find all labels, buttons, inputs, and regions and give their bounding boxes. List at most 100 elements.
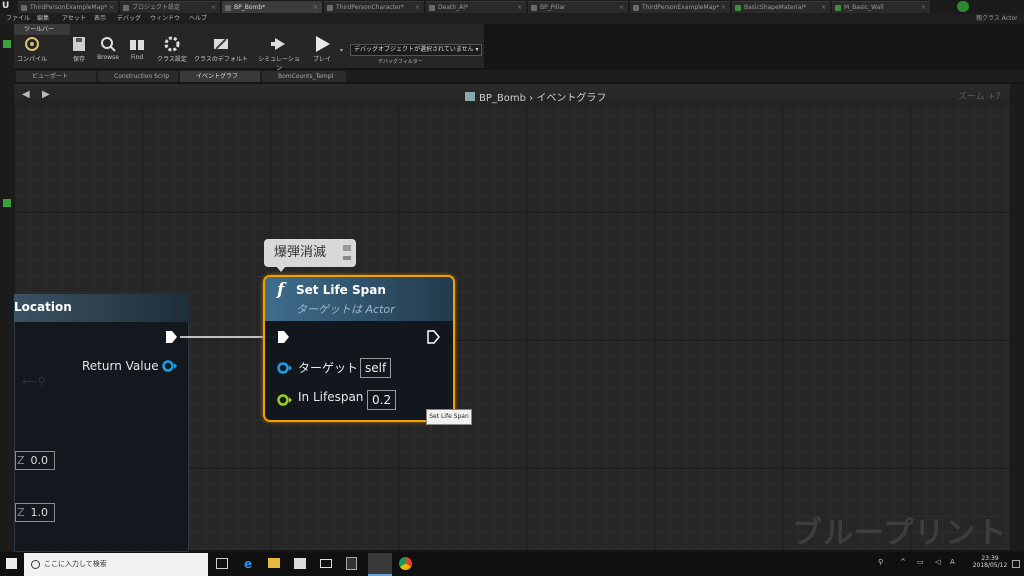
find-button[interactable]: Find (126, 36, 148, 68)
tab-8[interactable]: M_Basic_Wall × (832, 1, 930, 13)
breadcrumb: BP_Bomb › イベントグラフ (465, 89, 606, 104)
blueprint-watermark: ブループリント (792, 516, 1008, 551)
class-settings-icon (163, 36, 181, 52)
add-icon[interactable] (3, 199, 11, 207)
exec-output-pin-icon[interactable] (426, 330, 440, 344)
lifespan-input[interactable]: 0.2 (367, 390, 397, 410)
close-icon[interactable]: × (517, 2, 522, 13)
volume-icon[interactable]: ◁ (935, 558, 940, 566)
tab-1[interactable]: プロジェクト設定 × (120, 1, 220, 13)
vector-z-field[interactable]: Z 0.0 (15, 451, 55, 470)
menu-debug[interactable]: デバッグ (117, 13, 141, 24)
menu-asset[interactable]: アセット (62, 13, 86, 24)
menu-edit[interactable]: 編集 (37, 13, 49, 24)
tab-5[interactable]: BP_Pillar × (528, 1, 628, 13)
mail-icon[interactable] (320, 559, 332, 568)
close-icon[interactable]: × (619, 2, 624, 13)
close-icon[interactable]: × (415, 2, 420, 13)
back-arrow-icon[interactable]: ◀ (22, 89, 30, 100)
close-icon[interactable]: × (109, 2, 114, 13)
simulation-button[interactable]: シミュレーション (256, 36, 302, 72)
save-button[interactable]: 保存 (68, 36, 90, 68)
compile-button[interactable]: コンパイル (16, 36, 48, 68)
tab-bomcounts[interactable]: BomCounts_Templ (262, 71, 346, 82)
source-control-icon[interactable] (957, 1, 969, 12)
browse-icon (99, 36, 117, 52)
tab-3[interactable]: ThirdPersonCharacter* × (324, 1, 424, 13)
debug-filter-label: デバッグフィルター (378, 59, 423, 65)
notification-icon[interactable] (1012, 560, 1020, 568)
lifespan-pin-icon[interactable] (276, 393, 294, 407)
function-icon: f (277, 280, 285, 300)
browse-button[interactable]: Browse (94, 36, 122, 68)
return-value-label: Return Value (82, 359, 159, 373)
close-icon[interactable]: × (721, 2, 726, 13)
editor-tab-bar: U ThirdPersonExampleMap* × プロジェクト設定 × BP_B… (0, 0, 1024, 13)
chrome-icon[interactable] (399, 557, 412, 570)
unreal-editor-taskbar-icon[interactable] (368, 553, 392, 576)
target-value: self (360, 358, 392, 378)
close-icon[interactable]: × (211, 2, 216, 13)
tab-6[interactable]: ThirdPersonExampleMap* × (630, 1, 730, 13)
material-icon (835, 5, 841, 11)
compile-icon (23, 36, 41, 52)
menu-view[interactable]: 表示 (94, 13, 106, 24)
network-icon[interactable]: ▭ (917, 558, 924, 566)
tab-viewport[interactable]: ビューポート (16, 71, 96, 82)
class-settings-button[interactable]: クラス設定 (154, 36, 190, 68)
lifespan-label: In Lifespan (298, 390, 364, 404)
find-icon (128, 36, 146, 52)
blueprint-icon (225, 5, 231, 11)
exec-input-pin-icon[interactable] (276, 330, 290, 344)
tab-0[interactable]: ThirdPersonExampleMap* × (18, 1, 118, 13)
tab-construction-script[interactable]: Construction Scrip (98, 71, 178, 82)
play-icon (313, 36, 331, 52)
vector-z-field[interactable]: Z 1.0 (15, 503, 55, 522)
close-icon[interactable]: × (921, 2, 926, 13)
forward-arrow-icon[interactable]: ▶ (42, 89, 50, 100)
tab-event-graph[interactable]: イベントグラフ (180, 71, 260, 82)
node-title: Set Life Span (296, 283, 386, 297)
add-icon[interactable] (3, 40, 11, 48)
blueprint-icon (531, 5, 537, 11)
close-icon[interactable]: × (313, 2, 318, 13)
node-tooltip: Set Life Span (426, 409, 472, 425)
clock-time: 23:39 (981, 555, 999, 562)
taskbar-search-box[interactable]: ここに入力して検索 (24, 553, 208, 576)
material-icon (735, 5, 741, 11)
play-button[interactable]: プレイ (310, 36, 334, 68)
close-icon[interactable]: × (821, 2, 826, 13)
edge-icon[interactable]: e (244, 557, 252, 571)
target-pin-icon[interactable] (276, 361, 294, 375)
tab-7[interactable]: BasicShapeMaterial* × (732, 1, 830, 13)
debug-object-select[interactable]: デバッグオブジェクトが選択されていません ▾ (350, 44, 482, 56)
menu-help[interactable]: ヘルプ (189, 13, 207, 24)
play-options-chevron-icon[interactable]: ▾ (340, 47, 343, 54)
save-icon (70, 36, 88, 52)
system-tray-chevron-icon[interactable]: ^ (900, 558, 906, 566)
epic-launcher-icon[interactable] (346, 557, 357, 570)
pin-comment-icon[interactable] (341, 243, 353, 263)
file-explorer-icon[interactable] (268, 558, 280, 568)
people-icon[interactable]: ⚲ (878, 558, 883, 566)
location-node-title: Location (14, 300, 72, 314)
tab-4[interactable]: Death_AI* × (426, 1, 526, 13)
map-icon (21, 5, 27, 11)
blueprint-icon (429, 5, 435, 11)
menu-window[interactable]: ウィンドウ (150, 13, 180, 24)
return-value-pin-icon[interactable] (161, 359, 179, 373)
breadcrumb-class[interactable]: BP_Bomb (479, 93, 526, 104)
menu-file[interactable]: ファイル (6, 13, 30, 24)
ime-icon[interactable]: A (950, 558, 955, 566)
class-defaults-button[interactable]: クラスのデフォルト (194, 36, 248, 68)
simulation-icon (270, 36, 288, 52)
exec-output-pin-icon[interactable] (164, 330, 178, 344)
clock[interactable]: 23:39 2018/05/12 (970, 555, 1010, 569)
toolbar-header: ツールバー (14, 24, 70, 35)
store-icon[interactable] (294, 558, 306, 569)
task-view-icon[interactable] (216, 558, 228, 569)
tab-2[interactable]: BP_Bomb* × (222, 1, 322, 13)
map-icon (633, 5, 639, 11)
right-side-strip (1010, 84, 1024, 550)
windows-start-icon[interactable] (6, 558, 17, 569)
